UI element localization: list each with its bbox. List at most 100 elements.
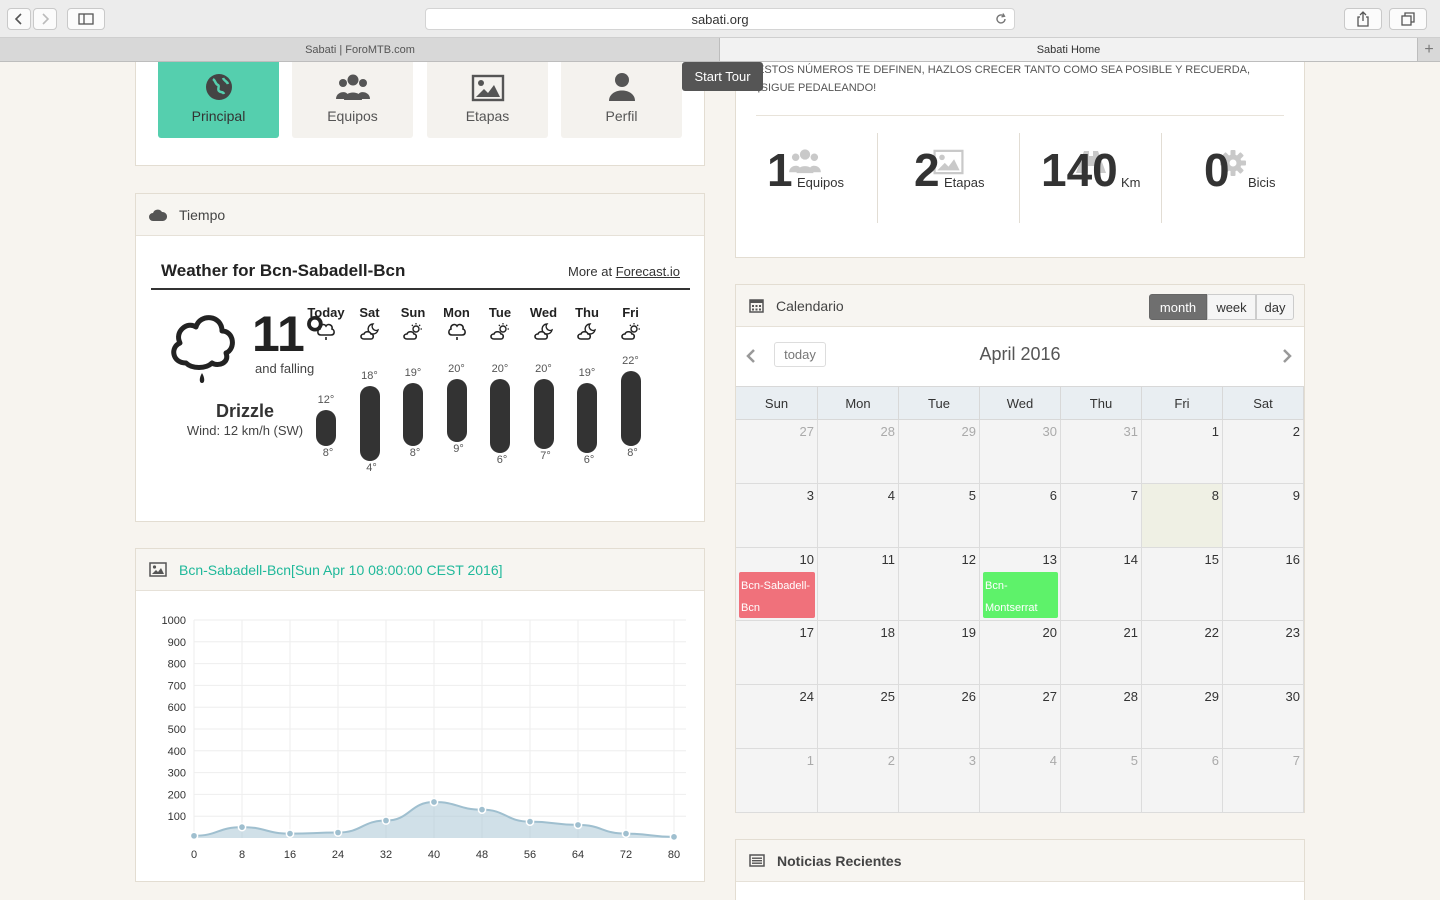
- view-month-button[interactable]: month: [1149, 294, 1207, 320]
- calendar-day-cell[interactable]: 15: [1142, 548, 1223, 621]
- calendar-day-cell[interactable]: 3: [736, 484, 818, 548]
- calendar-day-cell[interactable]: 28: [1061, 685, 1142, 749]
- day-number: 21: [1123, 625, 1138, 640]
- high-temperature: 18°: [361, 370, 378, 383]
- view-day-button[interactable]: day: [1256, 294, 1294, 320]
- calendar-day-cell[interactable]: 22: [1142, 621, 1223, 685]
- address-bar[interactable]: sabati.org: [425, 8, 1015, 30]
- drizzle-icon: [317, 323, 335, 340]
- calendar-day-cell[interactable]: 1: [1142, 420, 1223, 484]
- image-icon: [471, 74, 504, 102]
- new-tab-button[interactable]: +: [1418, 38, 1440, 61]
- calendar-box-title: Calendario: [776, 297, 844, 314]
- calendar-day-cell[interactable]: 23: [1223, 621, 1304, 685]
- nav-tile-label: Principal: [191, 108, 246, 124]
- calendar-day-cell[interactable]: 28: [818, 420, 899, 484]
- forecast-day-label: Mon: [443, 305, 470, 320]
- day-number: 3: [806, 488, 814, 503]
- calendar-day-cell[interactable]: 9: [1223, 484, 1304, 548]
- forecast-day-label: Today: [307, 305, 345, 320]
- next-month-button[interactable]: [1281, 348, 1293, 364]
- weather-more-prefix: More at: [567, 264, 613, 279]
- calendar-day-cell[interactable]: 2: [1223, 420, 1304, 484]
- calendar-event[interactable]: Bcn-Montserrat: [983, 572, 1058, 618]
- calendar-day-cell[interactable]: 29: [899, 420, 980, 484]
- calendar-day-cell[interactable]: 8: [1142, 484, 1223, 548]
- high-temperature: 19°: [404, 366, 422, 379]
- calendar-day-cell[interactable]: 6: [980, 484, 1061, 548]
- x-tick-label: 16: [284, 849, 296, 861]
- calendar-day-cell[interactable]: 18: [818, 621, 899, 685]
- y-tick-label: 300: [168, 768, 186, 780]
- calendar-day-cell[interactable]: 19: [899, 621, 980, 685]
- view-week-button[interactable]: week: [1207, 294, 1256, 320]
- x-tick-label: 24: [332, 849, 344, 861]
- sidebar-toggle-button[interactable]: [67, 8, 105, 30]
- calendar-day-cell[interactable]: 11: [818, 548, 899, 621]
- calendar-day-cell[interactable]: 6: [1142, 749, 1223, 813]
- stat-value: 0: [1204, 144, 1230, 196]
- calendar-day-cell[interactable]: 29: [1142, 685, 1223, 749]
- calendar-day-cell[interactable]: 4: [818, 484, 899, 548]
- calendar-day-cell[interactable]: 27: [980, 685, 1061, 749]
- elevation-point: [525, 817, 535, 826]
- back-button[interactable]: [7, 8, 31, 30]
- nav-box: Principal Equipos Etapas Perfil: [135, 62, 705, 166]
- calendar-event[interactable]: Bcn-Sabadell-Bcn: [739, 572, 815, 618]
- calendar-day-cell[interactable]: 24: [736, 685, 818, 749]
- calendar-day-cell[interactable]: 27: [736, 420, 818, 484]
- tab-foromtb[interactable]: Sabati | ForoMTB.com: [0, 38, 720, 61]
- profile-box-title[interactable]: Bcn-Sabadell-Bcn[Sun Apr 10 08:00:00 CES…: [179, 562, 503, 578]
- calendar-day-cell[interactable]: 17: [736, 621, 818, 685]
- calendar-day-cell[interactable]: 7: [1061, 484, 1142, 548]
- forecast-io-link[interactable]: Forecast.io: [616, 264, 680, 279]
- elevation-point: [477, 805, 487, 815]
- forward-button[interactable]: [33, 8, 57, 30]
- tab-sabati-home[interactable]: Sabati Home: [719, 38, 1418, 61]
- calendar-day-cell[interactable]: 21: [1061, 621, 1142, 685]
- day-number: 17: [799, 625, 814, 640]
- nav-tile-perfil[interactable]: Perfil: [561, 62, 682, 138]
- forecast-day-label: Sat: [359, 305, 380, 320]
- drizzle-icon: [171, 315, 235, 383]
- low-temperature: 6°: [583, 454, 595, 467]
- elevation-chart-svg: 100 200 300 400 500 600 700 800 900 1000 0 8 16 24 32 4…: [162, 615, 686, 861]
- low-temperature: 8°: [322, 446, 334, 459]
- calendar-day-cell[interactable]: 5: [899, 484, 980, 548]
- nav-tile-principal[interactable]: Principal: [158, 62, 279, 138]
- stat-km: 140 Km: [1020, 62, 1162, 223]
- calendar-day-cell[interactable]: 7: [1223, 749, 1304, 813]
- news-box: Noticias Recientes: [735, 839, 1305, 900]
- share-button[interactable]: [1344, 8, 1382, 30]
- start-tour-button[interactable]: Start Tour: [682, 62, 763, 91]
- calendar-day-cell[interactable]: 12: [899, 548, 980, 621]
- calendar-day-cell[interactable]: 30: [980, 420, 1061, 484]
- day-number: 14: [1123, 552, 1138, 567]
- calendar-day-cell[interactable]: 26: [899, 685, 980, 749]
- calendar-day-cell[interactable]: 3: [899, 749, 980, 813]
- tabs-icon: [1401, 12, 1415, 26]
- elevation-area: [194, 802, 674, 838]
- nav-tile-etapas[interactable]: Etapas: [427, 62, 548, 138]
- calendar-day-cell[interactable]: 20: [980, 621, 1061, 685]
- day-number: 27: [1042, 689, 1057, 704]
- tabs-overview-button[interactable]: [1389, 8, 1427, 30]
- calendar-day-cell[interactable]: 30: [1223, 685, 1304, 749]
- calendar-day-cell[interactable]: 5: [1061, 749, 1142, 813]
- wind-info: Wind: 12 km/h (SW): [186, 423, 304, 438]
- calendar-day-cell[interactable]: 25: [818, 685, 899, 749]
- plus-icon: +: [1424, 40, 1434, 58]
- stats-box: ESTOS NÚMEROS TE DEFINEN, HAZLOS CRECER …: [735, 62, 1305, 258]
- x-tick-label: 80: [668, 849, 680, 861]
- reload-icon[interactable]: [994, 12, 1008, 26]
- partly-cloudy-day-icon: [403, 323, 422, 340]
- nav-tile-equipos[interactable]: Equipos: [292, 62, 413, 138]
- stat-value: 2: [914, 144, 940, 196]
- day-number: 12: [961, 552, 976, 567]
- calendar-day-cell[interactable]: 1: [736, 749, 818, 813]
- calendar-day-cell[interactable]: 16: [1223, 548, 1304, 621]
- calendar-day-cell[interactable]: 14: [1061, 548, 1142, 621]
- calendar-day-cell[interactable]: 2: [818, 749, 899, 813]
- calendar-day-cell[interactable]: 31: [1061, 420, 1142, 484]
- calendar-day-cell[interactable]: 4: [980, 749, 1061, 813]
